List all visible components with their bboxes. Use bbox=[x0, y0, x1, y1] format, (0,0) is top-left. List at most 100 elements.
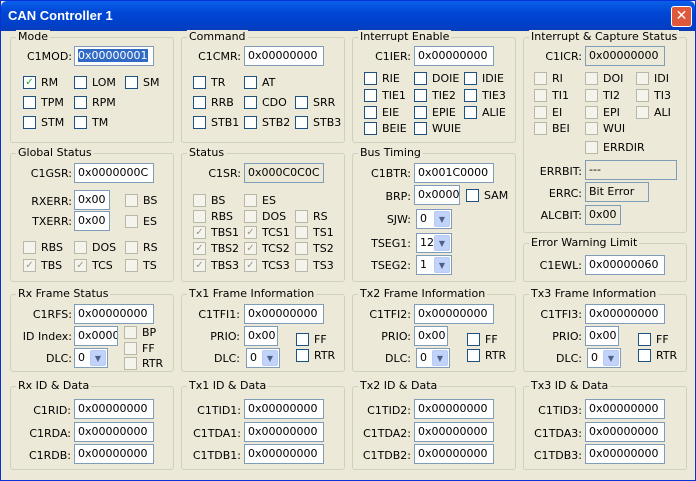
rxf-dlc-dropdown-chevron-down-icon[interactable]: ▼ bbox=[90, 350, 106, 366]
mode-tpm-checkbox[interactable] bbox=[23, 96, 36, 109]
sjw-dropdown[interactable]: 0 ▼ bbox=[416, 209, 452, 229]
ie-wuie-checkbox[interactable] bbox=[414, 122, 427, 135]
ie-alie-checkbox[interactable] bbox=[464, 106, 477, 119]
title-bar[interactable]: CAN Controller 1 ✕ bbox=[1, 1, 695, 31]
command-at-checkbox[interactable] bbox=[244, 76, 257, 89]
ic-doi-label: DOI bbox=[603, 72, 624, 85]
tseg2-dropdown[interactable]: 1 ▼ bbox=[416, 255, 452, 275]
c1mod-field-value: 0x00000001 bbox=[78, 49, 148, 62]
tseg1-dropdown-chevron-down-icon[interactable]: ▼ bbox=[434, 235, 450, 251]
brp-field[interactable]: 0x0000 bbox=[414, 185, 460, 205]
command-tr-checkbox[interactable] bbox=[193, 76, 206, 89]
command-stb1-label: STB1 bbox=[211, 116, 240, 129]
tx3f-rtr-checkbox[interactable] bbox=[638, 349, 651, 362]
rxerr-field[interactable]: 0x00 bbox=[74, 190, 110, 210]
c1mod-field[interactable]: 0x00000001 bbox=[74, 46, 154, 66]
c1tdb3-field[interactable]: 0x00000000 bbox=[585, 444, 665, 464]
st-tbs1-label: TBS1 bbox=[211, 226, 240, 239]
c1tda1-field[interactable]: 0x00000000 bbox=[244, 422, 324, 442]
rxf-rtr-label: RTR bbox=[142, 357, 164, 370]
ie-eie-checkbox[interactable] bbox=[364, 106, 377, 119]
bt-sam-checkbox[interactable] bbox=[466, 189, 479, 202]
errbit-field: --- bbox=[585, 160, 677, 180]
command-srr-checkbox[interactable] bbox=[295, 96, 308, 109]
c1rdb-field[interactable]: 0x00000000 bbox=[74, 444, 154, 464]
c1tfi3-field[interactable]: 0x00000000 bbox=[585, 304, 665, 324]
tx1f-ff-checkbox[interactable] bbox=[296, 333, 309, 346]
mode-sm-checkbox[interactable] bbox=[125, 76, 138, 89]
ie-beie-checkbox[interactable] bbox=[364, 122, 377, 135]
c1gsr-field[interactable]: 0x0000000C bbox=[74, 163, 154, 183]
ic-errdir-label: ERRDIR bbox=[603, 141, 645, 154]
tx1f-rtr-checkbox[interactable] bbox=[296, 349, 309, 362]
mode-tm-checkbox[interactable] bbox=[74, 116, 87, 129]
mode-stm-checkbox[interactable] bbox=[23, 116, 36, 129]
mode-rm-label: RM bbox=[41, 76, 59, 89]
st-tbs1-checkbox: ✓ bbox=[193, 226, 206, 239]
ie-beie-label: BEIE bbox=[382, 122, 407, 135]
txerr-field[interactable]: 0x00 bbox=[74, 211, 110, 231]
c1rda-field[interactable]: 0x00000000 bbox=[74, 422, 154, 442]
command-stb2-checkbox[interactable] bbox=[244, 116, 257, 129]
tx3f-ff-checkbox[interactable] bbox=[638, 333, 651, 346]
c1tda2-label: C1TDA2: bbox=[363, 427, 411, 440]
c1tid3-field[interactable]: 0x00000000 bbox=[585, 399, 665, 419]
gs-ts-label: TS bbox=[143, 259, 157, 272]
c1tdb2-field[interactable]: 0x00000000 bbox=[414, 444, 494, 464]
tx3f-dlc-dropdown-chevron-down-icon[interactable]: ▼ bbox=[603, 350, 619, 366]
ie-doie-checkbox[interactable] bbox=[414, 72, 427, 85]
c1tid1-field-value: 0x00000000 bbox=[248, 402, 318, 415]
c1tdb3-label: C1TDB3: bbox=[533, 449, 582, 462]
c1tid1-field[interactable]: 0x00000000 bbox=[244, 399, 324, 419]
mode-rm-checkbox[interactable]: ✓ bbox=[23, 76, 36, 89]
ie-tie3-checkbox[interactable] bbox=[464, 89, 477, 102]
idindex-field[interactable]: 0x0000 bbox=[74, 326, 118, 346]
tx2f-rtr-checkbox[interactable] bbox=[467, 349, 480, 362]
tx3f-prio-field[interactable]: 0x00 bbox=[585, 326, 619, 346]
mode-lom-checkbox[interactable] bbox=[74, 76, 87, 89]
close-icon[interactable]: ✕ bbox=[671, 6, 692, 27]
c1tda3-field[interactable]: 0x00000000 bbox=[585, 422, 665, 442]
c1cmr-field[interactable]: 0x00000000 bbox=[244, 46, 324, 66]
tx2f-ff-checkbox[interactable] bbox=[467, 333, 480, 346]
c1sr-field: 0x000C0C0C bbox=[244, 163, 324, 183]
sjw-dropdown-chevron-down-icon[interactable]: ▼ bbox=[434, 211, 450, 227]
ie-rie-checkbox[interactable] bbox=[364, 72, 377, 85]
c1rid-field[interactable]: 0x00000000 bbox=[74, 399, 154, 419]
mode-rpm-checkbox[interactable] bbox=[74, 96, 87, 109]
command-stb3-checkbox[interactable] bbox=[295, 116, 308, 129]
command-stb1-checkbox[interactable] bbox=[193, 116, 206, 129]
c1tid2-field[interactable]: 0x00000000 bbox=[414, 399, 494, 419]
errc-field-value: Bit Error bbox=[589, 185, 635, 198]
c1mod-label: C1MOD: bbox=[26, 50, 72, 63]
c1btr-field[interactable]: 0x001C0000 bbox=[414, 163, 494, 183]
c1rfs-field[interactable]: 0x00000000 bbox=[74, 304, 154, 324]
tx1f-dlc-dropdown[interactable]: 0 ▼ bbox=[246, 348, 280, 368]
st-ts1-checkbox bbox=[295, 226, 308, 239]
ie-idie-checkbox[interactable] bbox=[464, 72, 477, 85]
tseg1-dropdown[interactable]: 12 ▼ bbox=[416, 233, 452, 253]
ie-tie2-checkbox[interactable] bbox=[414, 89, 427, 102]
c1tfi2-field[interactable]: 0x00000000 bbox=[414, 304, 494, 324]
ie-epie-checkbox[interactable] bbox=[414, 106, 427, 119]
ic-idi-label: IDI bbox=[654, 72, 669, 85]
c1ier-field-value: 0x00000000 bbox=[418, 49, 488, 62]
c1tdb1-field[interactable]: 0x00000000 bbox=[244, 444, 324, 464]
tx3f-dlc-dropdown[interactable]: 0 ▼ bbox=[587, 348, 621, 368]
c1ewl-field[interactable]: 0x00000060 bbox=[585, 255, 665, 275]
tx2f-dlc-dropdown[interactable]: 0 ▼ bbox=[416, 348, 450, 368]
command-rrb-checkbox[interactable] bbox=[193, 96, 206, 109]
c1tda2-field[interactable]: 0x00000000 bbox=[414, 422, 494, 442]
ie-tie1-checkbox[interactable] bbox=[364, 89, 377, 102]
tseg2-dropdown-chevron-down-icon[interactable]: ▼ bbox=[434, 257, 450, 273]
command-cdo-checkbox[interactable] bbox=[244, 96, 257, 109]
rxf-dlc-dropdown[interactable]: 0 ▼ bbox=[74, 348, 108, 368]
tx2f-prio-field[interactable]: 0x00 bbox=[414, 326, 448, 346]
tx2f-dlc-dropdown-chevron-down-icon[interactable]: ▼ bbox=[432, 350, 448, 366]
tx2f-ff-label: FF bbox=[485, 333, 498, 346]
c1ier-field[interactable]: 0x00000000 bbox=[414, 46, 494, 66]
c1tfi1-field[interactable]: 0x00000000 bbox=[244, 304, 324, 324]
c1tid3-field-value: 0x00000000 bbox=[589, 402, 659, 415]
tx1f-dlc-dropdown-chevron-down-icon[interactable]: ▼ bbox=[262, 350, 278, 366]
tx1f-prio-field[interactable]: 0x00 bbox=[244, 326, 278, 346]
